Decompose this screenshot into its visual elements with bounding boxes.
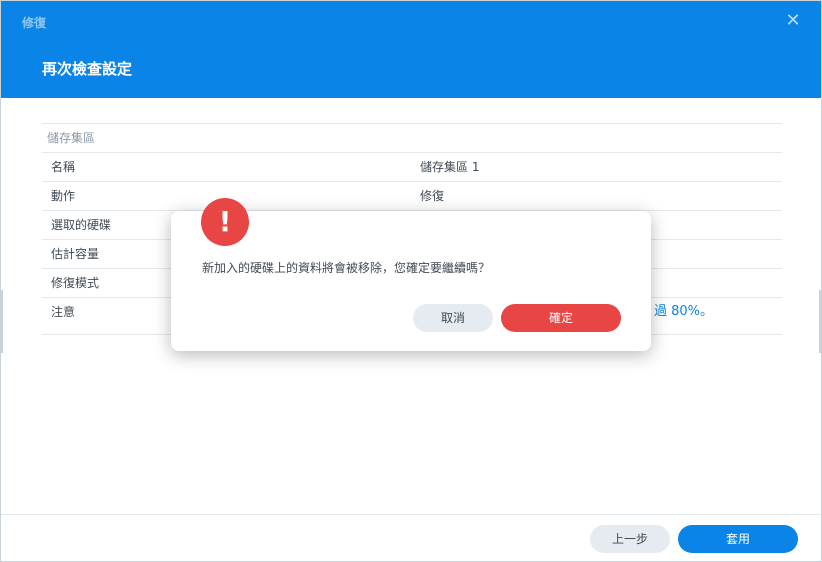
row-key: 動作: [51, 189, 76, 203]
confirm-button[interactable]: 確定: [501, 304, 621, 332]
row-value: 修復: [420, 189, 445, 203]
footer-divider: [1, 514, 821, 515]
row-key: 注意: [51, 305, 76, 319]
resize-edge: [819, 290, 821, 353]
row-value: 儲存集區 1: [420, 160, 480, 174]
close-icon[interactable]: ✕: [785, 12, 801, 30]
summary-row-name: 名稱 儲存集區 1: [42, 153, 782, 182]
apply-button[interactable]: 套用: [678, 525, 798, 553]
previous-button[interactable]: 上一步: [590, 525, 670, 553]
resize-edge: [1, 290, 3, 353]
cancel-button[interactable]: 取消: [413, 304, 493, 332]
dialog-message: 新加入的硬碟上的資料將會被移除，您確定要繼續嗎？: [202, 261, 491, 275]
section-label: 儲存集區: [42, 124, 782, 153]
header-bar: 修復 ✕ 再次檢查設定: [1, 1, 821, 98]
note-link[interactable]: 過 80%。: [654, 298, 713, 326]
row-key: 名稱: [51, 160, 76, 174]
row-key: 估計容量: [51, 247, 100, 261]
step-title: 再次檢查設定: [42, 60, 133, 78]
summary-row-action: 動作 修復: [42, 182, 782, 211]
row-key: 選取的硬碟: [51, 218, 112, 232]
confirm-dialog: ! 新加入的硬碟上的資料將會被移除，您確定要繼續嗎？ 取消 確定: [171, 198, 651, 351]
row-key: 修復模式: [51, 276, 100, 290]
exclamation-icon: !: [201, 198, 249, 246]
window-title: 修復: [22, 16, 47, 30]
